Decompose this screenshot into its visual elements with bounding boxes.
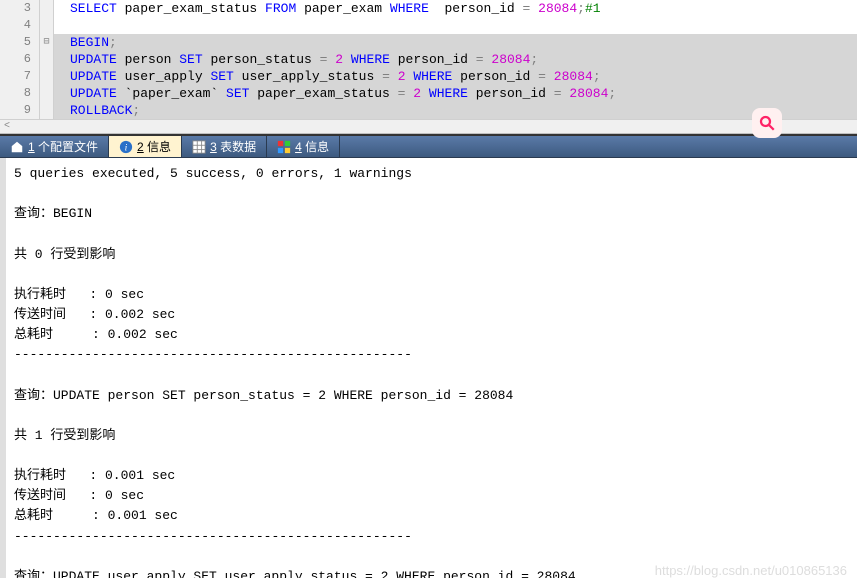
search-icon[interactable] xyxy=(752,108,782,138)
sql-editor[interactable]: 3 SELECT paper_exam_status FROM paper_exa… xyxy=(0,0,857,134)
line-number: 4 xyxy=(0,17,40,34)
tab-label: 1 个配置文件 xyxy=(28,138,98,155)
code-text[interactable]: UPDATE person SET person_status = 2 WHER… xyxy=(54,51,857,68)
grid-icon xyxy=(192,140,206,154)
fold-toggle xyxy=(40,102,54,119)
fold-toggle xyxy=(40,68,54,85)
fold-toggle xyxy=(40,85,54,102)
line-number: 7 xyxy=(0,68,40,85)
code-text[interactable]: UPDATE `paper_exam` SET paper_exam_statu… xyxy=(54,85,857,102)
tab-color[interactable]: 4 信息 xyxy=(267,136,340,157)
line-number: 8 xyxy=(0,85,40,102)
line-number: 3 xyxy=(0,0,40,17)
code-text[interactable]: ROLLBACK; xyxy=(54,102,857,119)
tab-grid[interactable]: 3 表数据 xyxy=(182,136,267,157)
code-text[interactable]: BEGIN; xyxy=(54,34,857,51)
fold-toggle[interactable]: ⊟ xyxy=(40,34,54,51)
fold-toggle xyxy=(40,51,54,68)
watermark: https://blog.csdn.net/u010865136 xyxy=(655,563,847,578)
code-line[interactable]: 7 UPDATE user_apply SET user_apply_status… xyxy=(0,68,857,85)
fold-toggle xyxy=(40,17,54,34)
tab-home[interactable]: 1 个配置文件 xyxy=(0,136,109,157)
tab-info[interactable]: i 2 信息 xyxy=(109,136,182,157)
tab-label: 3 表数据 xyxy=(210,138,256,155)
code-line[interactable]: 8 UPDATE `paper_exam` SET paper_exam_stat… xyxy=(0,85,857,102)
output-panel[interactable]: 5 queries executed, 5 success, 0 errors,… xyxy=(0,158,857,578)
code-line[interactable]: 9 ROLLBACK; xyxy=(0,102,857,119)
code-line[interactable]: 5⊟BEGIN; xyxy=(0,34,857,51)
bottom-tabs: 1 个配置文件 i 2 信息 3 表数据 4 信息 xyxy=(0,134,857,158)
svg-text:i: i xyxy=(125,142,128,153)
horizontal-scrollbar[interactable]: < xyxy=(0,119,857,133)
code-line[interactable]: 6 UPDATE person SET person_status = 2 WHE… xyxy=(0,51,857,68)
tab-label: 2 信息 xyxy=(137,138,171,155)
home-icon xyxy=(10,140,24,154)
code-text[interactable] xyxy=(54,17,857,34)
line-number: 9 xyxy=(0,102,40,119)
line-number: 5 xyxy=(0,34,40,51)
line-number: 6 xyxy=(0,51,40,68)
code-line[interactable]: 3 SELECT paper_exam_status FROM paper_exa… xyxy=(0,0,857,17)
info-icon: i xyxy=(119,140,133,154)
code-text[interactable]: UPDATE user_apply SET user_apply_status … xyxy=(54,68,857,85)
tab-label: 4 信息 xyxy=(295,138,329,155)
fold-toggle xyxy=(40,0,54,17)
code-text[interactable]: SELECT paper_exam_status FROM paper_exam… xyxy=(54,0,857,17)
code-line[interactable]: 4 xyxy=(0,17,857,34)
color-icon xyxy=(277,140,291,154)
